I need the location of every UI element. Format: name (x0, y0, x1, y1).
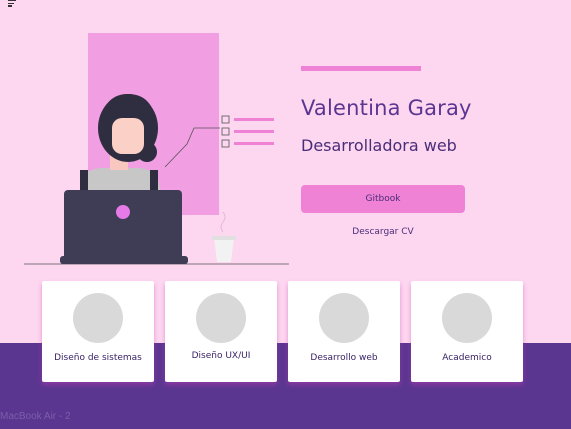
avatar-placeholder (319, 293, 369, 343)
accent-bar (301, 66, 421, 71)
frame-label: MacBook Air - 2 (0, 411, 71, 422)
job-title: Desarrolladora web (301, 136, 457, 155)
card-label: Diseño UX/UI (191, 351, 251, 361)
gitbook-button[interactable]: Gitbook (301, 185, 465, 213)
developer-illustration (24, 33, 289, 265)
card-system-design[interactable]: Diseño de sistemas (42, 281, 154, 382)
card-web-development[interactable]: Desarrollo web (288, 281, 400, 382)
avatar-placeholder (442, 293, 492, 343)
avatar-placeholder (73, 293, 123, 343)
card-label: Academico (442, 353, 492, 363)
avatar-placeholder (196, 293, 246, 343)
card-label: Desarrollo web (310, 353, 378, 363)
download-cv-link[interactable]: Descargar CV (301, 227, 465, 237)
card-ux-ui[interactable]: Diseño UX/UI (165, 281, 277, 382)
card-academic[interactable]: Academico (411, 281, 523, 382)
card-label: Diseño de sistemas (54, 353, 142, 363)
menu-icon[interactable] (8, 0, 20, 8)
page-title: Valentina Garay (301, 96, 472, 120)
